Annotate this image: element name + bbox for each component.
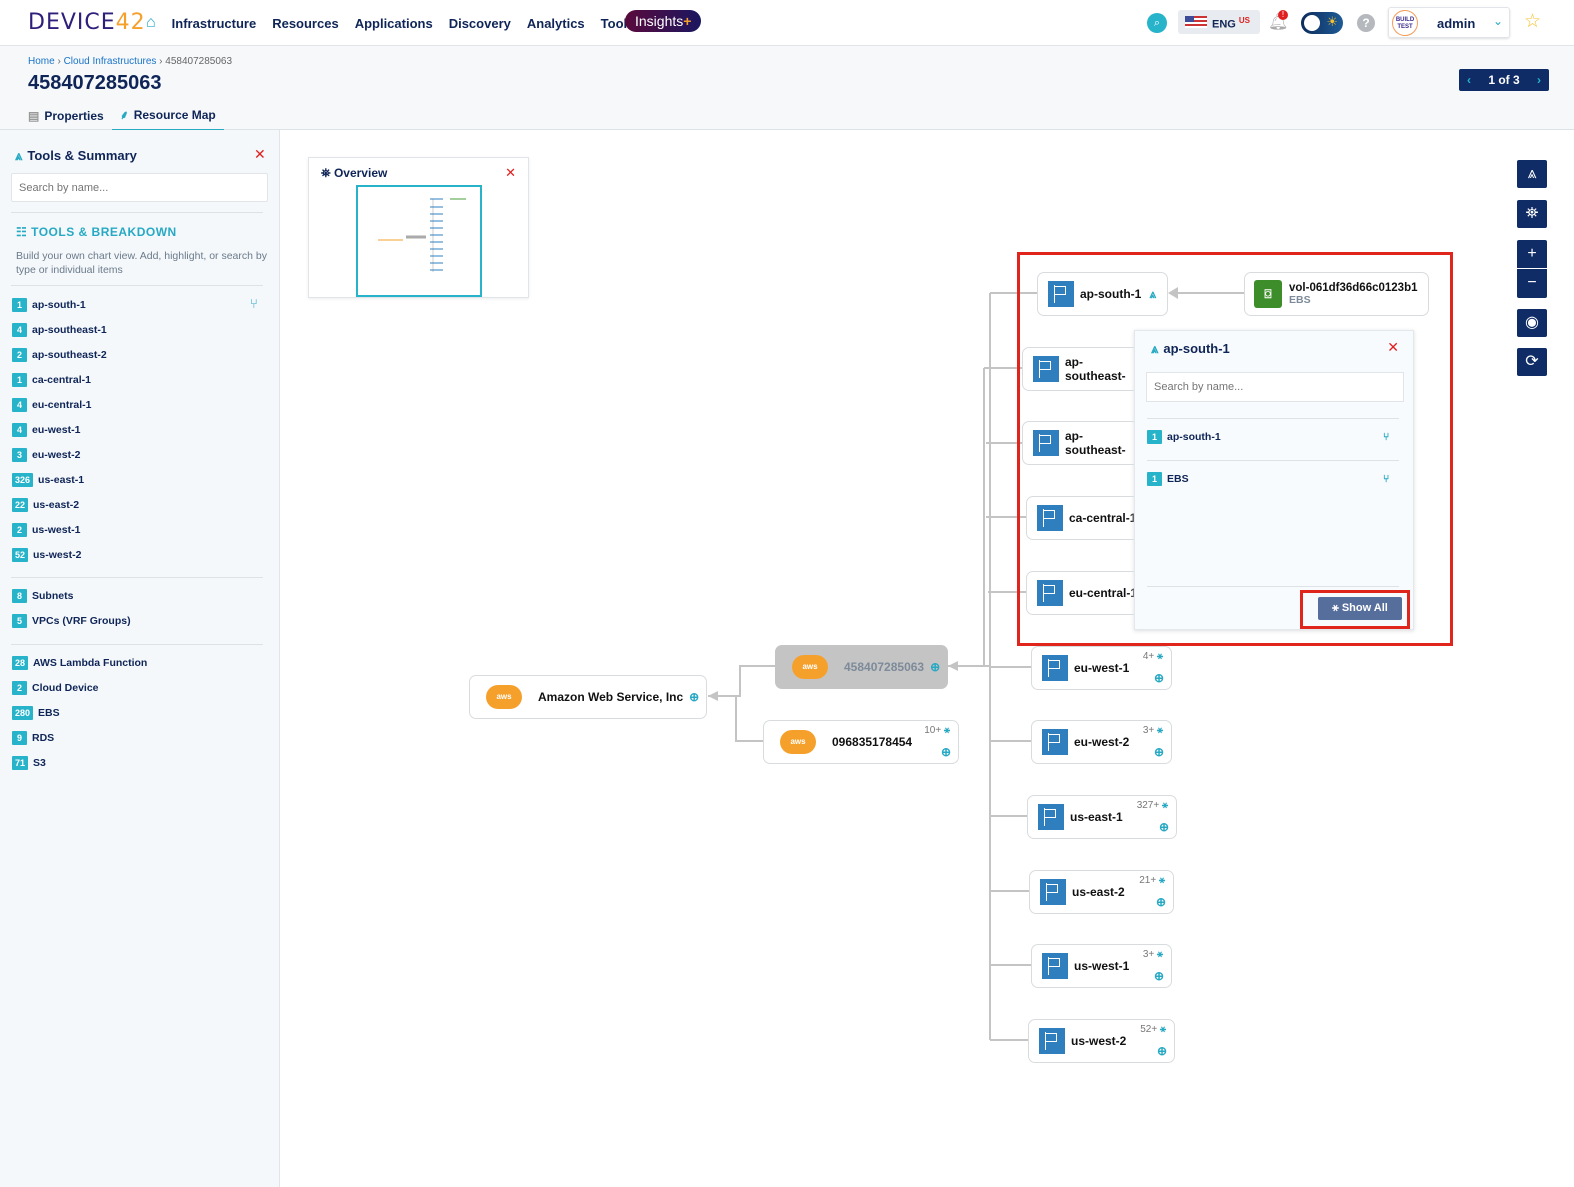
- divider: [1147, 418, 1399, 419]
- zoom-in-icon[interactable]: ⊕: [689, 690, 699, 704]
- aws-logo-icon: aws: [792, 655, 828, 679]
- branch-icon: ⑂: [1383, 431, 1390, 443]
- child-count-badge: 10+ ⚹: [924, 725, 950, 736]
- expand-network-icon: ⚹: [1157, 949, 1163, 960]
- expand-network-icon: ⚹: [1157, 725, 1163, 736]
- node-ebs-volume[interactable]: ⌼ vol-061df36d66c0123b1 EBS: [1244, 272, 1429, 316]
- region-flag-icon: [1033, 430, 1059, 456]
- child-count-badge: 4+ ⚹: [1142, 651, 1163, 662]
- popup-item[interactable]: 1 ap-south-1 ⑂: [1147, 430, 1403, 444]
- connector-line: [708, 665, 775, 697]
- ebs-volume-icon: ⌼: [1254, 280, 1282, 308]
- expand-network-icon: ⚹: [1157, 651, 1163, 662]
- node-amazon-web-service[interactable]: aws Amazon Web Service, Inc ⊕: [469, 675, 707, 719]
- region-node[interactable]: ap-south-1 ⩓: [1037, 272, 1168, 316]
- connector-line: [983, 292, 1037, 1041]
- zoom-in-icon[interactable]: ⊕: [1154, 745, 1164, 759]
- network-icon: ⚹: [1332, 602, 1339, 614]
- expand-network-icon: ⚹: [944, 725, 950, 736]
- arrowhead: [948, 661, 958, 671]
- branch-icon: ⑂: [1383, 473, 1390, 485]
- region-node[interactable]: us-west-1 3+ ⚹ ⊕: [1031, 944, 1172, 988]
- region-flag-icon: [1042, 729, 1068, 755]
- expand-network-icon: ⚹: [1160, 1024, 1166, 1035]
- region-node[interactable]: us-east-2 21+ ⚹ ⊕: [1029, 870, 1174, 914]
- child-count-badge: 21+ ⚹: [1139, 875, 1165, 886]
- zoom-in-icon[interactable]: ⊕: [1156, 895, 1166, 909]
- arrowhead: [1168, 287, 1178, 299]
- region-node[interactable]: eu-west-2 3+ ⚹ ⊕: [1031, 720, 1172, 764]
- region-detail-popup: ⩓ap-south-1 ✕ 1ap-south-1⑂ 1EBS⑂: [1134, 330, 1414, 630]
- zoom-in-icon[interactable]: ⊕: [930, 660, 940, 674]
- zoom-in-icon[interactable]: ⊕: [941, 745, 951, 759]
- compass-tool-icon: ⩓: [1151, 341, 1159, 356]
- child-count-badge: 52+ ⚹: [1140, 1024, 1166, 1035]
- region-node[interactable]: us-west-2 52+ ⚹ ⊕: [1028, 1019, 1175, 1063]
- region-flag-icon: [1042, 953, 1068, 979]
- region-node[interactable]: ap-southeast-: [1022, 421, 1142, 465]
- close-icon[interactable]: ✕: [1387, 339, 1399, 356]
- region-flag-icon: [1040, 879, 1066, 905]
- expand-network-icon: ⚹: [1159, 875, 1165, 886]
- popup-search-input[interactable]: [1146, 372, 1404, 402]
- node-account-selected[interactable]: aws 458407285063 ⊕: [775, 645, 948, 689]
- region-flag-icon: [1039, 1028, 1065, 1054]
- region-node[interactable]: eu-central-1: [1026, 571, 1141, 615]
- region-flag-icon: [1042, 655, 1068, 681]
- region-flag-icon: [1033, 356, 1059, 382]
- zoom-in-icon[interactable]: ⊕: [1154, 969, 1164, 983]
- region-node[interactable]: ap-southeast-: [1022, 347, 1142, 391]
- zoom-in-icon[interactable]: ⊕: [1154, 671, 1164, 685]
- aws-logo-icon: aws: [486, 685, 522, 709]
- region-node[interactable]: ca-central-1: [1026, 496, 1141, 540]
- expand-network-icon: ⚹: [1162, 800, 1168, 811]
- compass-tool-icon[interactable]: ⩓: [1149, 287, 1156, 302]
- node-account-other[interactable]: aws 096835178454 10+ ⚹ ⊕: [763, 720, 959, 764]
- child-count-badge: 327+ ⚹: [1136, 800, 1168, 811]
- child-count-badge: 3+ ⚹: [1142, 949, 1163, 960]
- divider: [1147, 460, 1399, 461]
- region-node[interactable]: us-east-1 327+ ⚹ ⊕: [1027, 795, 1177, 839]
- aws-logo-icon: aws: [780, 730, 816, 754]
- child-count-badge: 3+ ⚹: [1142, 725, 1163, 736]
- zoom-in-icon[interactable]: ⊕: [1159, 820, 1169, 834]
- show-all-button[interactable]: ⚹ Show All: [1318, 597, 1402, 620]
- region-flag-icon: [1037, 580, 1063, 606]
- region-flag-icon: [1037, 505, 1063, 531]
- arrowhead: [708, 691, 718, 701]
- zoom-in-icon[interactable]: ⊕: [1157, 1044, 1167, 1058]
- popup-item[interactable]: 1 EBS ⑂: [1147, 472, 1403, 486]
- region-flag-icon: [1048, 281, 1074, 307]
- divider: [1147, 586, 1399, 587]
- connector-line: [735, 696, 763, 742]
- region-node[interactable]: eu-west-1 4+ ⚹ ⊕: [1031, 646, 1172, 690]
- region-flag-icon: [1038, 804, 1064, 830]
